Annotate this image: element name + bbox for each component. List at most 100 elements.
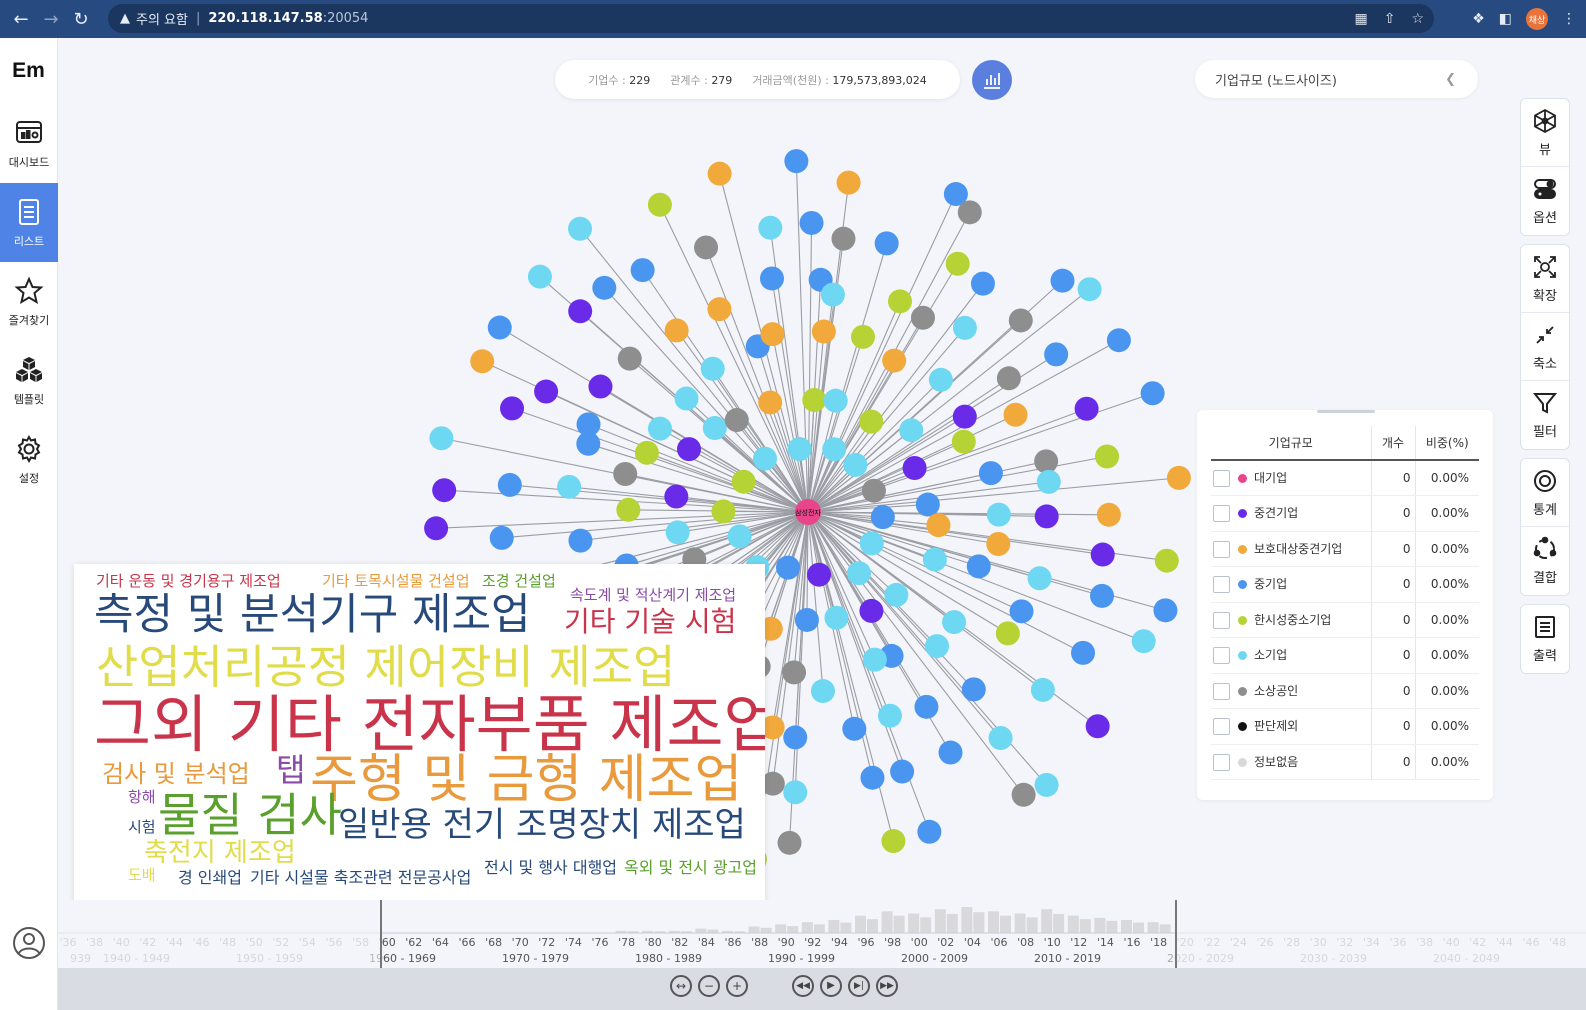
graph-node[interactable] (890, 759, 915, 784)
graph-node[interactable] (1096, 502, 1121, 527)
graph-node[interactable] (613, 461, 638, 486)
legend-row[interactable]: 대기업 0 0.00% (1211, 460, 1479, 496)
graph-node[interactable] (534, 379, 559, 404)
print-button[interactable]: 출력 (1521, 605, 1569, 673)
graph-node[interactable] (432, 478, 457, 503)
word-cloud-term[interactable]: 옥외 및 전시 광고업 (624, 860, 757, 876)
graph-node[interactable] (1074, 396, 1099, 421)
graph-node[interactable] (616, 497, 641, 522)
word-cloud-term[interactable]: 도배 (128, 868, 156, 883)
bookmark-star-icon[interactable]: ☆ (1411, 11, 1424, 27)
graph-node[interactable] (1131, 629, 1156, 654)
graph-node[interactable] (674, 386, 699, 411)
word-cloud-term[interactable]: 축전지 제조업 (144, 840, 296, 866)
graph-node[interactable] (784, 149, 809, 174)
graph-node[interactable] (811, 319, 836, 344)
graph-node[interactable] (851, 324, 876, 349)
graph-node[interactable] (899, 418, 924, 443)
options-button[interactable]: 옵션 (1521, 167, 1569, 235)
graph-node[interactable] (926, 513, 951, 538)
node-size-select[interactable]: 기업규모 (노드사이즈) ❮ (1195, 60, 1478, 98)
word-cloud-term[interactable]: 산업처리공정 제어장비 제조업 (96, 644, 675, 690)
legend-checkbox[interactable] (1213, 718, 1230, 736)
graph-node[interactable] (1077, 277, 1102, 302)
word-cloud-term[interactable]: 일반용 전기 조명장치 제조업 (338, 808, 746, 842)
graph-node[interactable] (861, 478, 886, 503)
zoom-in-button[interactable]: + (726, 975, 748, 997)
word-cloud-term[interactable]: 기타 기술 시험 (564, 608, 736, 636)
graph-node[interactable] (470, 349, 495, 374)
graph-node[interactable] (823, 388, 848, 413)
legend-checkbox[interactable] (1213, 470, 1230, 487)
graph-node[interactable] (527, 264, 552, 289)
graph-node[interactable] (568, 528, 593, 553)
graph-node[interactable] (799, 210, 824, 235)
graph-node[interactable] (759, 266, 784, 291)
graph-node[interactable] (429, 426, 454, 451)
menu-kebab-icon[interactable]: ⋮ (1562, 11, 1576, 27)
expand-button[interactable]: 확장 (1521, 245, 1569, 313)
graph-node[interactable] (783, 725, 808, 750)
word-cloud-term[interactable]: 그외 기타 전자부품 제조업 (94, 694, 765, 756)
sidebar-item-templates[interactable]: 템플릿 (0, 341, 58, 420)
legend-drag-handle[interactable] (1317, 410, 1375, 413)
graph-node[interactable] (951, 429, 976, 454)
graph-node[interactable] (1008, 308, 1033, 333)
graph-node[interactable] (724, 408, 749, 433)
address-bar[interactable]: ▲ 주의 요함 | 220.118.147.58:20054 ▦ ⇧ ☆ (108, 4, 1434, 33)
word-cloud-term[interactable]: 항해 (128, 790, 156, 805)
back-icon[interactable]: ← (6, 4, 36, 34)
graph-node[interactable] (557, 474, 582, 499)
graph-node[interactable] (1034, 504, 1059, 529)
graph-node[interactable] (860, 765, 885, 790)
graph-node[interactable] (1036, 469, 1061, 494)
legend-row[interactable]: 소기업 0 0.00% (1211, 637, 1479, 674)
graph-node[interactable] (970, 271, 995, 296)
graph-node[interactable] (887, 289, 912, 314)
timeline-histogram[interactable]: '36'38'40'42'44'46'48'50'52'54'56'58'60'… (58, 900, 1586, 968)
graph-node[interactable] (702, 416, 727, 441)
graph-node[interactable] (694, 235, 719, 260)
fit-width-button[interactable]: ↔ (670, 975, 692, 997)
graph-node[interactable] (647, 416, 672, 441)
graph-node[interactable] (802, 388, 827, 413)
graph-node[interactable] (1090, 542, 1115, 567)
profile-avatar[interactable]: 채상 (1526, 8, 1548, 30)
side-panel-icon[interactable]: ◧ (1499, 11, 1512, 27)
legend-checkbox[interactable] (1213, 753, 1230, 771)
legend-row[interactable]: 보호대상중견기업 0 0.00% (1211, 531, 1479, 567)
graph-node[interactable] (497, 472, 522, 497)
timeline[interactable]: '36'38'40'42'44'46'48'50'52'54'56'58'60'… (58, 900, 1586, 968)
graph-node[interactable] (758, 215, 783, 240)
word-cloud-term[interactable]: 기타 토목시설물 건설업 (322, 574, 470, 589)
graph-node[interactable] (787, 437, 812, 462)
legend-checkbox[interactable] (1213, 647, 1230, 665)
graph-node[interactable] (952, 404, 977, 429)
legend-row[interactable]: 정보없음 0 0.00% (1211, 744, 1479, 780)
graph-node[interactable] (487, 315, 512, 340)
legend-row[interactable]: 판단제외 0 0.00% (1211, 708, 1479, 745)
graph-node[interactable] (824, 605, 849, 630)
graph-node[interactable] (986, 532, 1011, 557)
graph-node[interactable] (758, 390, 783, 415)
graph-node[interactable] (1106, 328, 1131, 353)
graph-node[interactable] (877, 703, 902, 728)
word-cloud-term[interactable]: 경 인쇄업 (178, 870, 242, 886)
graph-node[interactable] (676, 437, 701, 462)
zoom-out-button[interactable]: − (698, 975, 720, 997)
graph-node[interactable] (942, 610, 967, 635)
graph-node[interactable] (996, 366, 1021, 391)
graph-node[interactable] (500, 396, 525, 421)
graph-node[interactable] (1011, 782, 1036, 807)
sidebar-item-settings[interactable]: 설정 (0, 420, 58, 499)
shrink-button[interactable]: 축소 (1521, 313, 1569, 381)
graph-node[interactable] (952, 315, 977, 340)
graph-node[interactable] (568, 299, 593, 324)
graph-node[interactable] (822, 437, 847, 462)
graph-node[interactable] (568, 216, 593, 241)
graph-node[interactable] (859, 531, 884, 556)
graph-node[interactable] (665, 520, 690, 545)
graph-node[interactable] (924, 634, 949, 659)
graph-node[interactable] (776, 555, 801, 580)
forward-icon[interactable]: → (36, 4, 66, 34)
